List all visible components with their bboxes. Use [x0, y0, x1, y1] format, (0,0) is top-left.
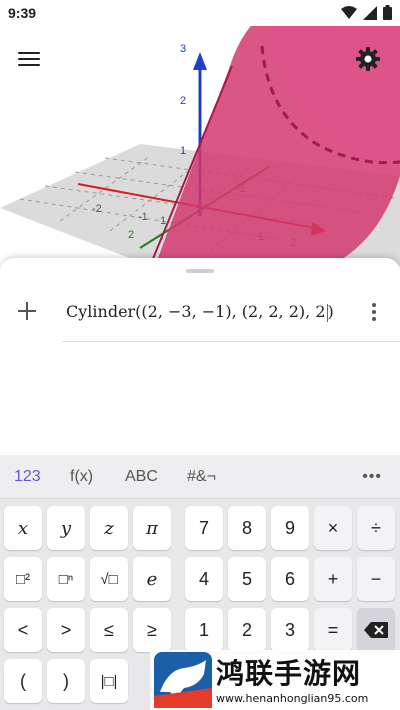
watermark: 鸿联手游网 www.henanhonglian95.com [150, 650, 400, 710]
y-tick-label: 1 [160, 215, 166, 227]
gear-icon [356, 47, 380, 71]
key-6[interactable]: 6 [271, 557, 309, 601]
status-bar: 9:39 [0, 0, 400, 26]
algebra-panel: Cylinder((2, −3, −1), (2, 2, 2), 2) [0, 258, 400, 455]
more-options-button[interactable] [370, 303, 378, 325]
key-1[interactable]: 1 [185, 608, 223, 652]
key-sqrt[interactable]: √□ [90, 557, 128, 601]
algebra-input[interactable]: Cylinder((2, −3, −1), (2, 2, 2), 2) [66, 302, 334, 322]
tab-symbols[interactable]: #&¬ [187, 468, 216, 486]
key-greater-equal[interactable]: ≥ [133, 608, 171, 652]
keyboard-more-button[interactable]: ••• [362, 468, 382, 486]
key-3[interactable]: 3 [271, 608, 309, 652]
key-plus[interactable]: + [314, 557, 352, 601]
key-4[interactable]: 4 [185, 557, 223, 601]
wifi-icon [341, 5, 357, 19]
backspace-button[interactable] [357, 608, 395, 652]
watermark-text: 鸿联手游网 [216, 657, 362, 690]
x-tick-label: -2 [92, 203, 102, 215]
key-divide[interactable]: ÷ [357, 506, 395, 550]
dot-icon [372, 310, 376, 314]
key-minus[interactable]: − [357, 557, 395, 601]
dot-icon [372, 317, 376, 321]
key-2[interactable]: 2 [228, 608, 266, 652]
key-abs[interactable]: |□| [90, 659, 128, 703]
z-tick-label: 3 [180, 43, 186, 55]
key-pi[interactable]: π [133, 506, 171, 550]
key-y[interactable]: y [47, 506, 85, 550]
menu-button[interactable] [18, 48, 46, 72]
key-right-paren[interactable]: ) [47, 659, 85, 703]
algebra-input-row[interactable]: Cylinder((2, −3, −1), (2, 2, 2), 2) [62, 288, 400, 342]
tab-letters[interactable]: ABC [125, 468, 158, 486]
key-7[interactable]: 7 [185, 506, 223, 550]
menu-icon-line [18, 52, 40, 54]
key-equals[interactable]: = [314, 608, 352, 652]
key-square[interactable]: □² [4, 557, 42, 601]
y-tick-label: 2 [128, 229, 134, 241]
tab-numbers[interactable]: 123 [14, 468, 41, 486]
key-8[interactable]: 8 [228, 506, 266, 550]
status-icons [341, 5, 392, 20]
key-left-paren[interactable]: ( [4, 659, 42, 703]
graphics-3d-view[interactable]: 3 2 1 -2 -1 1 2 2 1 -1 [0, 26, 400, 266]
key-power[interactable]: □ⁿ [47, 557, 85, 601]
key-less-equal[interactable]: ≤ [90, 608, 128, 652]
key-less-than[interactable]: < [4, 608, 42, 652]
key-z[interactable]: z [90, 506, 128, 550]
status-time: 9:39 [8, 5, 37, 21]
algebra-input-text: Cylinder((2, −3, −1), (2, 2, 2), 2 [66, 302, 326, 321]
settings-button[interactable] [354, 45, 382, 73]
x-tick-label: -1 [138, 211, 148, 223]
watermark-logo [154, 652, 212, 708]
menu-icon-line [18, 58, 40, 60]
add-button[interactable] [14, 298, 40, 324]
keyboard-tabs: 123 f(x) ABC #&¬ ••• [0, 455, 400, 499]
z-tick-label: 1 [180, 145, 186, 157]
battery-icon [383, 5, 392, 20]
key-5[interactable]: 5 [228, 557, 266, 601]
graphics-canvas[interactable]: 3 2 1 -2 -1 1 2 2 1 -1 [0, 26, 400, 266]
signal-icon [363, 5, 377, 20]
watermark-url: www.henanhonglian95.com [216, 692, 369, 705]
drag-handle[interactable] [186, 269, 214, 273]
z-axis-arrow [193, 52, 207, 70]
key-greater-than[interactable]: > [47, 608, 85, 652]
key-9[interactable]: 9 [271, 506, 309, 550]
algebra-input-closing: ) [327, 302, 334, 321]
dot-icon [372, 303, 376, 307]
tab-functions[interactable]: f(x) [70, 468, 93, 486]
z-tick-label: 2 [180, 95, 186, 107]
key-e[interactable]: e [133, 557, 171, 601]
menu-icon-line [18, 64, 40, 66]
backspace-icon [364, 622, 388, 638]
key-x[interactable]: x [4, 506, 42, 550]
key-times[interactable]: × [314, 506, 352, 550]
